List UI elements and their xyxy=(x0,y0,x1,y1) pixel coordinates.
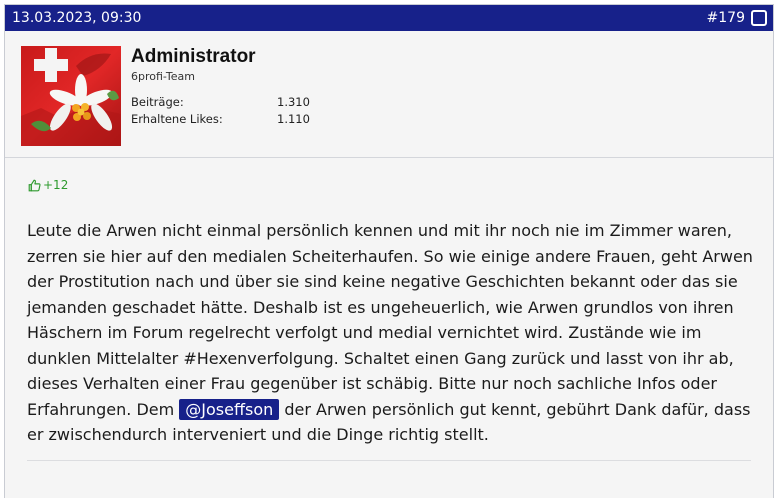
post-header: 13.03.2023, 09:30 #179 xyxy=(5,5,773,31)
like-counter[interactable]: +12 xyxy=(28,178,68,192)
select-post-checkbox[interactable] xyxy=(751,10,767,26)
post-number-link[interactable]: #179 xyxy=(707,10,745,26)
stat-label: Erhaltene Likes: xyxy=(131,112,223,126)
user-mention-link[interactable]: @Joseffson xyxy=(179,398,280,420)
user-info: Administrator 6profi-Team Beiträge: 1.31… xyxy=(131,45,310,129)
stat-value: 1.310 xyxy=(277,95,310,109)
user-info-block: Administrator 6profi-Team Beiträge: 1.31… xyxy=(5,31,773,158)
stat-row-likes: Erhaltene Likes: 1.110 xyxy=(131,112,310,129)
edelweiss-swiss-flag-avatar-icon xyxy=(21,46,121,146)
stat-row-posts: Beiträge: 1.310 xyxy=(131,95,310,112)
post-text: Leute die Arwen nicht einmal persönlich … xyxy=(27,218,759,448)
user-stats: Beiträge: 1.310 Erhaltene Likes: 1.110 xyxy=(131,95,310,129)
stat-label: Beiträge: xyxy=(131,95,184,109)
post-footer-divider xyxy=(27,460,751,461)
username[interactable]: Administrator xyxy=(131,45,310,69)
like-count: +12 xyxy=(43,178,69,192)
thumbs-up-icon xyxy=(28,179,41,191)
post-date: 13.03.2023, 09:30 xyxy=(12,10,142,26)
avatar[interactable] xyxy=(21,46,121,146)
stat-value: 1.110 xyxy=(277,112,310,126)
post-header-right: #179 xyxy=(707,10,767,26)
user-title: 6profi-Team xyxy=(131,70,195,83)
post-text-part: Leute die Arwen nicht einmal persönlich … xyxy=(27,221,753,419)
forum-post: 13.03.2023, 09:30 #179 Administrator 6pr… xyxy=(4,4,774,498)
